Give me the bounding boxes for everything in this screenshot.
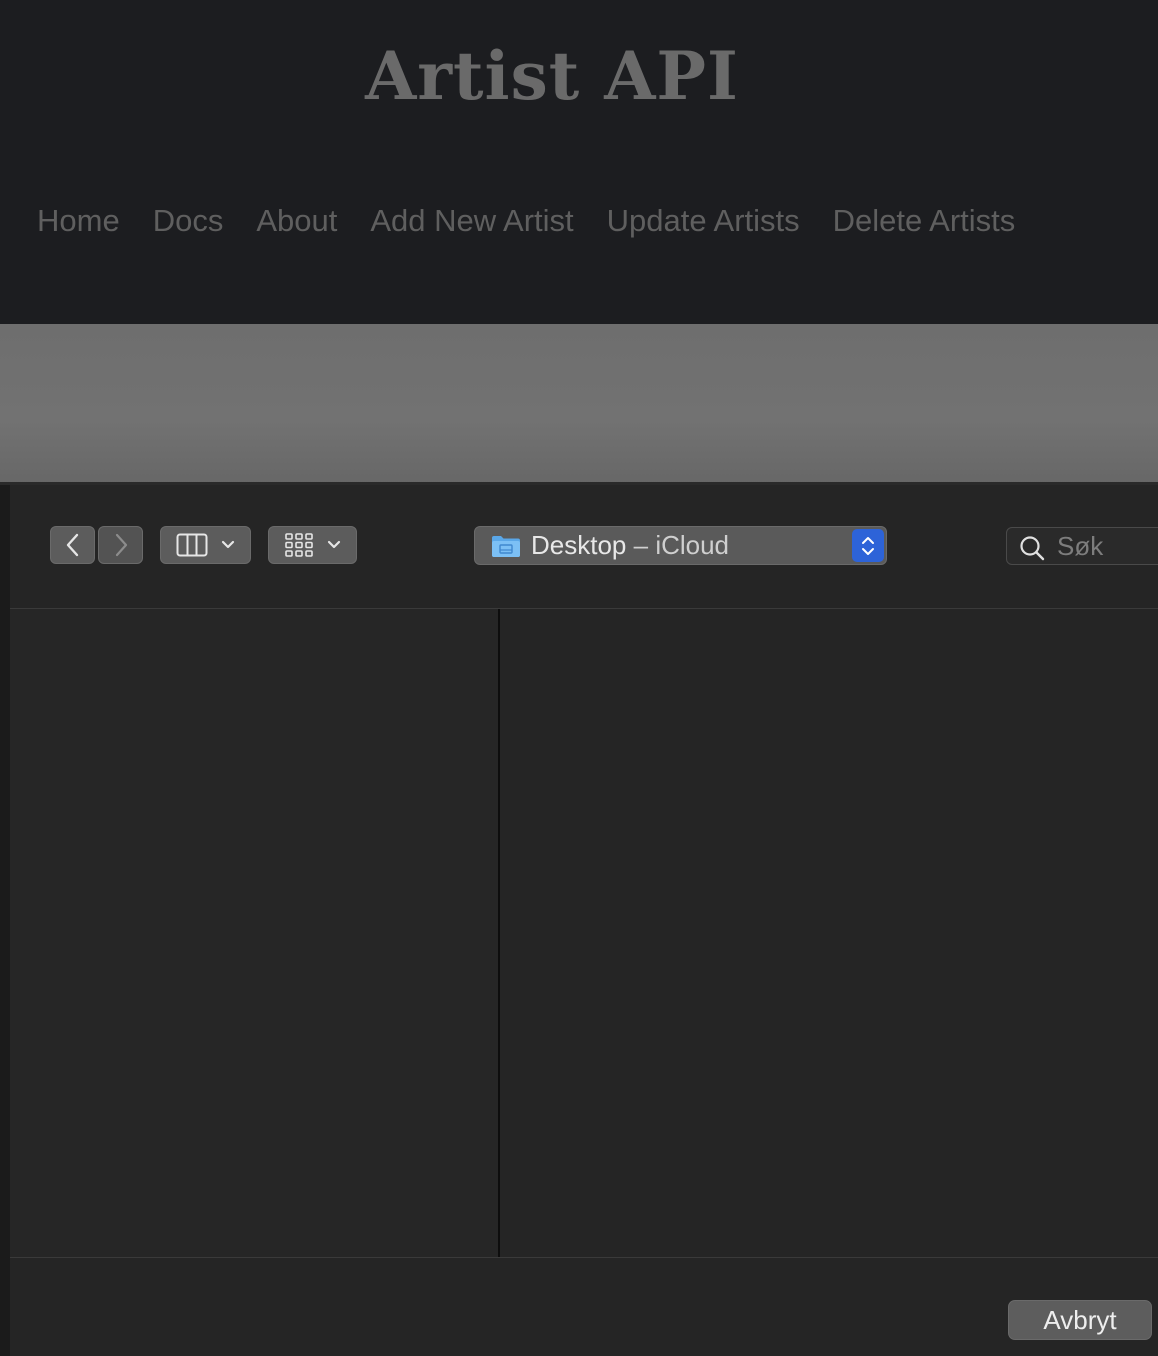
site-nav: Home Docs About Add New Artist Update Ar… [37, 200, 1015, 242]
chevron-down-icon [222, 540, 235, 549]
location-separator: – [626, 530, 656, 560]
dialog-footer: Avbryt [10, 1257, 1158, 1356]
folder-icon [492, 536, 520, 557]
file-dialog: Desktop – iCloud Søk Avbryt [0, 485, 1158, 1356]
up-down-chevron-icon [862, 536, 874, 555]
nav-home-link[interactable]: Home [37, 200, 120, 242]
group-mode-button[interactable] [268, 526, 357, 564]
view-mode-button[interactable] [160, 526, 251, 564]
location-stepper[interactable] [852, 529, 884, 562]
file-browser [10, 609, 1158, 1257]
forward-button[interactable] [98, 526, 143, 564]
dialog-toolbar: Desktop – iCloud [10, 485, 1158, 609]
page: Artist API Home Docs About Add New Artis… [0, 0, 1158, 1356]
location-service: iCloud [655, 530, 730, 560]
search-input[interactable] [1057, 528, 1158, 564]
back-button[interactable] [50, 526, 95, 564]
browser-column-2[interactable] [500, 609, 1158, 1257]
nav-about-link[interactable]: About [256, 200, 337, 242]
location-name: Desktop [531, 530, 627, 560]
dialog-left-edge [0, 485, 10, 1356]
nav-delete-artists-link[interactable]: Delete Artists [833, 200, 1016, 242]
page-backdrop [0, 324, 1158, 484]
nav-update-artists-link[interactable]: Update Artists [607, 200, 800, 242]
cancel-button[interactable]: Avbryt [1008, 1300, 1152, 1340]
browser-column-1[interactable] [10, 609, 498, 1257]
location-popup[interactable]: Desktop – iCloud [474, 526, 887, 565]
search-box[interactable] [1006, 527, 1158, 565]
columns-view-icon [176, 533, 208, 557]
grid-group-icon [284, 533, 313, 557]
nav-docs-link[interactable]: Docs [153, 200, 224, 242]
nav-add-artist-link[interactable]: Add New Artist [370, 200, 573, 242]
site-title: Artist API [365, 37, 739, 115]
search-icon [1020, 536, 1045, 561]
site-header: Artist API Home Docs About Add New Artis… [0, 0, 1158, 324]
chevron-right-icon [115, 533, 127, 557]
chevron-down-icon [328, 540, 341, 549]
chevron-left-icon [66, 533, 78, 557]
location-label: Desktop – iCloud [531, 527, 729, 564]
